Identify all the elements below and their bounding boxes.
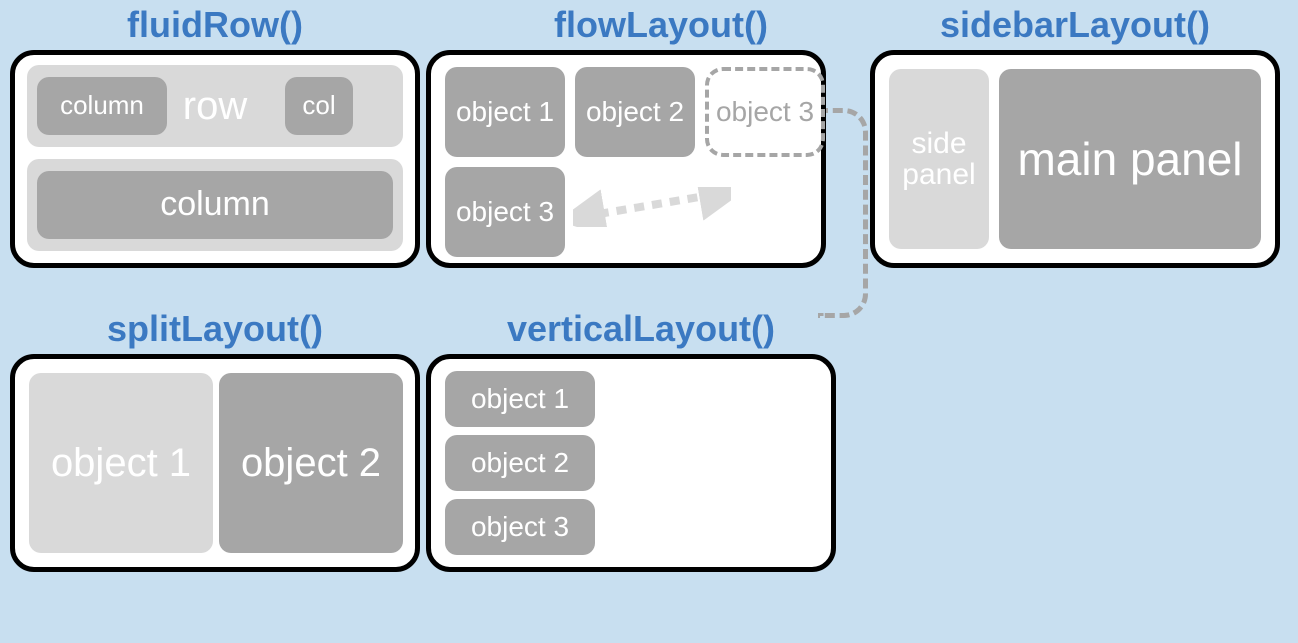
verticallayout-obj3: object 3 bbox=[445, 499, 595, 555]
fluidrow-col2: col bbox=[285, 77, 353, 135]
splitlayout-diagram: splitLayout() object 1 object 2 bbox=[10, 308, 420, 572]
verticallayout-obj1: object 1 bbox=[445, 371, 595, 427]
flowlayout-title: flowLayout() bbox=[466, 4, 856, 46]
fluidrow-title: fluidRow() bbox=[10, 4, 420, 46]
verticallayout-title: verticalLayout() bbox=[426, 308, 856, 350]
sidebarlayout-diagram: sidebarLayout() side panel main panel bbox=[870, 4, 1280, 268]
flowlayout-obj1: object 1 bbox=[445, 67, 565, 157]
splitlayout-obj1: object 1 bbox=[29, 373, 213, 553]
verticallayout-obj2: object 2 bbox=[445, 435, 595, 491]
row-label: row bbox=[183, 84, 247, 129]
flowlayout-diagram: flowLayout() object 1 object 2 object 3 … bbox=[426, 4, 856, 268]
sidebarlayout-side-panel: side panel bbox=[889, 69, 989, 249]
fluidrow-diagram: fluidRow() row column col column bbox=[10, 4, 420, 268]
fluidrow-col1: column bbox=[37, 77, 167, 135]
fluidrow-col3: column bbox=[37, 171, 393, 239]
flowlayout-card: object 1 object 2 object 3 object 3 bbox=[426, 50, 826, 268]
flowlayout-obj3-ghost: object 3 bbox=[705, 67, 825, 157]
flowlayout-obj3: object 3 bbox=[445, 167, 565, 257]
verticallayout-diagram: verticalLayout() object 1 object 2 objec… bbox=[426, 308, 856, 572]
splitlayout-card: object 1 object 2 bbox=[10, 354, 420, 572]
verticallayout-card: object 1 object 2 object 3 bbox=[426, 354, 836, 572]
sidebarlayout-title: sidebarLayout() bbox=[870, 4, 1280, 46]
splitlayout-title: splitLayout() bbox=[10, 308, 420, 350]
splitlayout-obj2: object 2 bbox=[219, 373, 403, 553]
sidebarlayout-main-panel: main panel bbox=[999, 69, 1261, 249]
flowlayout-obj2: object 2 bbox=[575, 67, 695, 157]
flowlayout-arrow-icon bbox=[573, 187, 731, 227]
fluidrow-card: row column col column bbox=[10, 50, 420, 268]
sidebarlayout-card: side panel main panel bbox=[870, 50, 1280, 268]
